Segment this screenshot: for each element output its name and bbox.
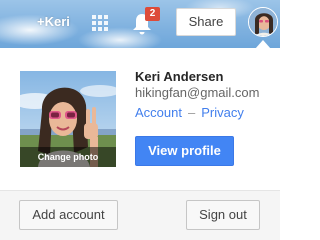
account-name: Keri Andersen	[135, 69, 224, 84]
account-card: Change photo Keri Andersen hikingfan@gma…	[0, 48, 280, 190]
account-link[interactable]: Account	[135, 105, 182, 120]
account-email: hikingfan@gmail.com	[135, 85, 260, 100]
privacy-link[interactable]: Privacy	[201, 105, 244, 120]
share-button[interactable]: Share	[176, 8, 236, 36]
sign-out-button[interactable]: Sign out	[186, 200, 260, 230]
change-photo-label[interactable]: Change photo	[20, 147, 116, 167]
notification-count-badge: 2	[145, 7, 160, 21]
account-links: Account – Privacy	[135, 105, 244, 120]
add-account-button[interactable]: Add account	[19, 200, 118, 230]
link-separator: –	[187, 105, 196, 120]
account-avatar-button[interactable]	[248, 7, 278, 37]
view-profile-button[interactable]: View profile	[135, 136, 234, 166]
account-footer: Add account Sign out	[0, 190, 280, 240]
google-plus-profile-link[interactable]: +Keri	[37, 14, 70, 29]
profile-photo[interactable]: Change photo	[20, 71, 116, 167]
avatar	[249, 8, 277, 36]
top-bar: +Keri 2 Share	[0, 0, 280, 49]
apps-grid-icon[interactable]	[91, 14, 109, 32]
